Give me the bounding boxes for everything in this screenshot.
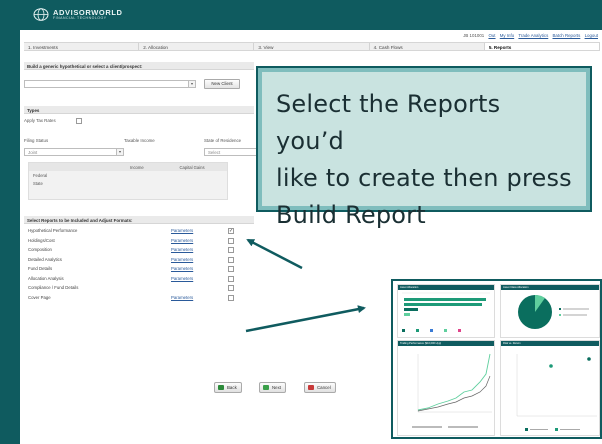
instruction-callout: Select the Reports you’d like to create … xyxy=(256,66,592,229)
arrow-to-checkboxes xyxy=(246,238,303,270)
preview-asset-class-card: Asset Class Allocation xyxy=(500,284,600,338)
callout-line-1: Select the Reports you’d xyxy=(276,90,501,155)
preview-bar-chart xyxy=(402,292,490,332)
arrow-to-preview xyxy=(245,305,366,333)
preview-asset-allocation-card: Asset Allocation xyxy=(397,284,495,338)
preview-risk-return-card: Risk vs. Return xyxy=(500,340,600,436)
preview-trailing-performance-card: Trailing Performance ($10,000 Hyp) xyxy=(397,340,495,436)
report-preview: Asset Allocation Asset Class Allocation … xyxy=(391,279,602,439)
preview-line-chart xyxy=(412,353,492,428)
preview-scatter-chart xyxy=(516,354,597,431)
callout-line-3: Build Report xyxy=(276,201,426,229)
callout-line-2: like to create then press xyxy=(276,164,572,192)
preview-pie-chart xyxy=(518,294,589,329)
